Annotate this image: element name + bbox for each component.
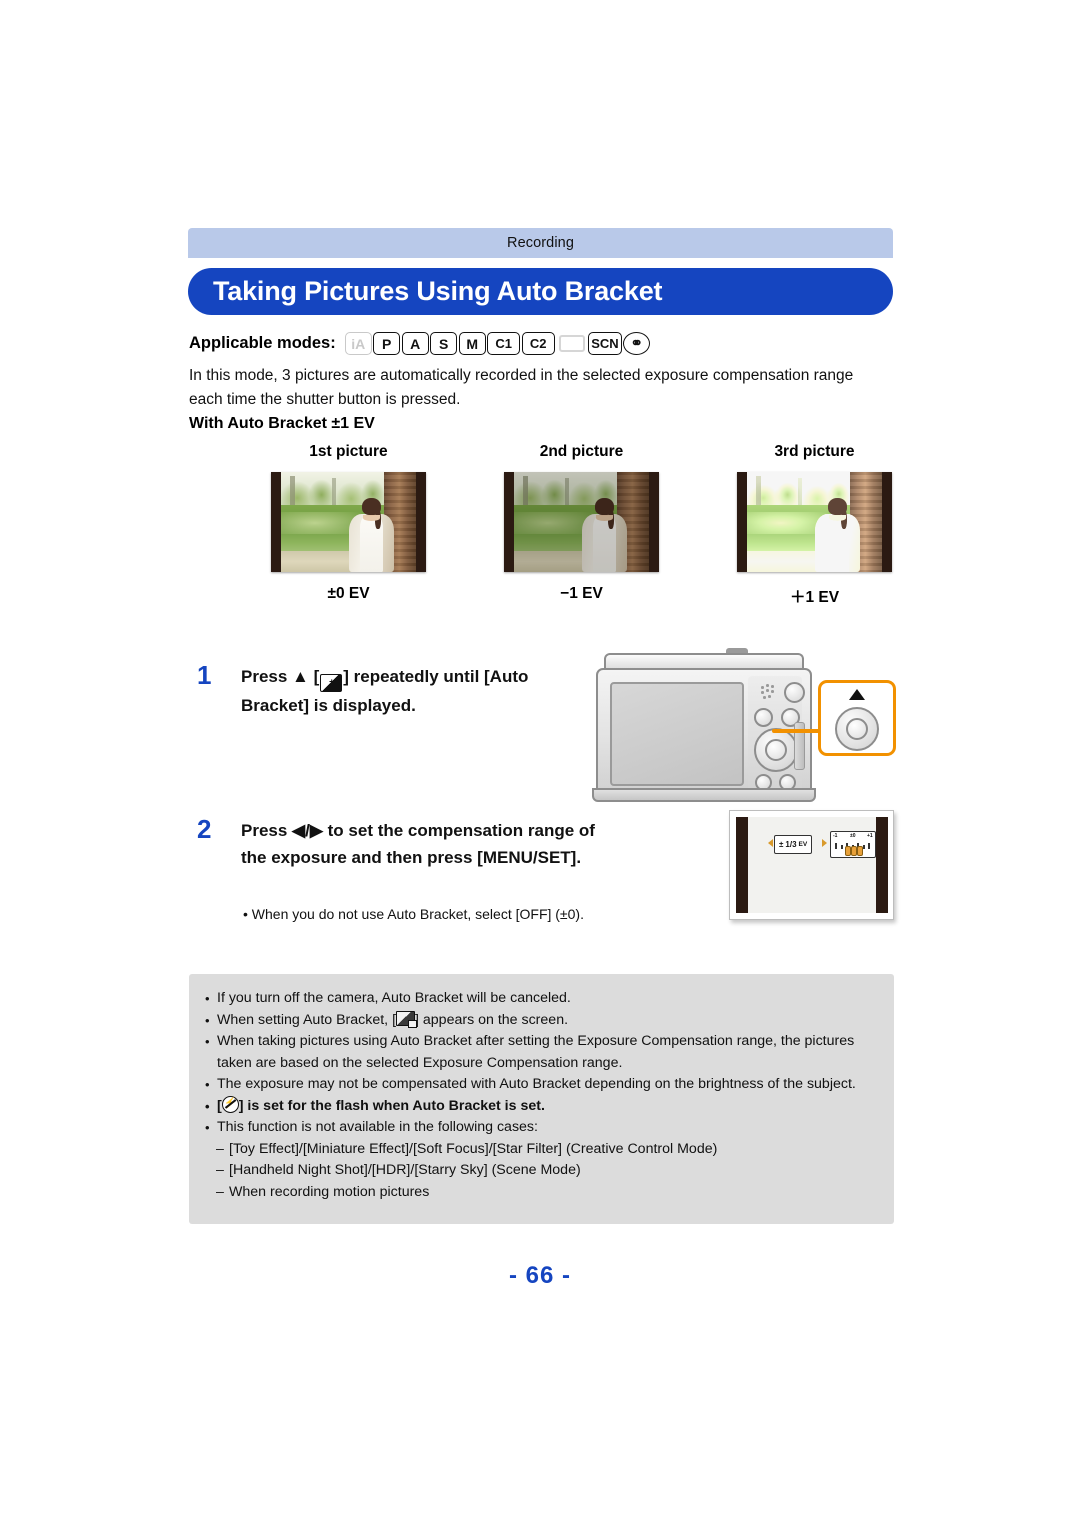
camera-base	[592, 788, 816, 802]
mode-icon-c2: C2	[521, 332, 555, 355]
picture-ev-label: ±0 EV	[327, 585, 370, 602]
scale-label-zero: ±0	[850, 833, 856, 839]
speaker-icon	[761, 684, 783, 700]
applicable-modes-row: Applicable modes: iA P A S M C1 C2 SCN ⚭	[189, 332, 652, 355]
mode-icon-scn: SCN	[588, 332, 622, 355]
scale-label-minus: -1	[833, 833, 838, 839]
lcd-auto-bracket-illustration: ± 1/3 EV -1 ±0 +1	[729, 810, 894, 920]
note-subitem: When recording motion pictures	[205, 1182, 878, 1204]
picture-column-2: 2nd picture −1 EV	[464, 443, 699, 603]
page-number: - 66 -	[508, 1262, 571, 1289]
page-title: Taking Pictures Using Auto Bracket	[213, 276, 663, 306]
picture-ev-label: −1 EV	[560, 585, 603, 602]
camera-body	[596, 668, 812, 800]
ev-unit: EV	[798, 841, 808, 848]
note-item: When setting Auto Bracket, [ ] appears on…	[205, 1010, 878, 1032]
picture-caption: 3rd picture	[774, 443, 855, 460]
step-text: Press ◀/▶ to set the compensation range …	[241, 821, 595, 867]
lcd-letterbox: ± 1/3 EV -1 ±0 +1	[736, 817, 888, 913]
note-text-after: ] appears on the screen.	[415, 1011, 569, 1028]
lcd-live-view: ± 1/3 EV -1 ±0 +1	[748, 817, 876, 913]
exposure-scale: -1 ±0 +1	[830, 831, 876, 858]
note-item: The exposure may not be compensated with…	[205, 1074, 878, 1096]
mode-icon-s: S	[430, 332, 458, 355]
picture-thumbnail-2	[504, 472, 659, 572]
step-text-before: Press ▲ [	[241, 667, 320, 686]
notes-box: If you turn off the camera, Auto Bracket…	[189, 974, 894, 1224]
picture-comparison-row: 1st picture ±0 EV 2nd picture −1 EV 3rd …	[189, 443, 892, 618]
cursor-dpad-zoom	[835, 707, 879, 751]
note-item: This function is not available in the fo…	[205, 1117, 878, 1139]
step-note: • When you do not use Auto Bracket, sele…	[243, 906, 584, 922]
note-item-flash: [ ] is set for the flash when Auto Bracke…	[205, 1095, 878, 1118]
callout-leader-line	[772, 729, 822, 733]
mode-icon-c1: C1	[487, 332, 521, 355]
section-header-bar: Recording	[188, 228, 893, 258]
notes-list: If you turn off the camera, Auto Bracket…	[189, 974, 894, 1203]
step-1: 1 Press ▲ [±] repeatedly until [Auto Bra…	[197, 660, 617, 770]
step-number: 1	[197, 660, 212, 690]
picture-caption: 2nd picture	[539, 443, 624, 460]
ev-step-chip: ± 1/3 EV	[774, 835, 813, 854]
auto-bracket-icon	[396, 1010, 418, 1028]
camera-illustration	[592, 648, 896, 805]
picture-thumbnail-1	[271, 472, 426, 572]
picture-thumbnail-3	[737, 472, 892, 572]
left-arrow-icon	[768, 839, 773, 847]
step-number: 2	[197, 814, 212, 844]
applicable-modes-label: Applicable modes:	[189, 334, 336, 352]
display-button	[754, 708, 773, 727]
note-text-after: ] is set for the flash when Auto Bracket…	[238, 1097, 545, 1114]
picture-column-3: 3rd picture ＋1 EV	[697, 443, 932, 607]
note-text-before: [	[217, 1097, 222, 1114]
camera-top-plate	[604, 653, 804, 669]
note-text-before: When setting Auto Bracket, [	[217, 1011, 397, 1028]
subheading: With Auto Bracket ±1 EV	[189, 415, 375, 432]
step-text: Press ▲ [±] repeatedly until [Auto Brack…	[241, 663, 601, 719]
up-button-callout	[818, 680, 896, 756]
right-arrow-icon	[822, 839, 827, 847]
ev-sign: ±	[779, 840, 784, 849]
section-header-label: Recording	[507, 235, 574, 251]
picture-ev-label: ＋1 EV	[789, 589, 840, 606]
picture-caption: 1st picture	[309, 443, 388, 460]
up-arrow-icon	[849, 689, 865, 700]
flash-off-icon	[221, 1095, 239, 1113]
note-item: When taking pictures using Auto Bracket …	[205, 1031, 878, 1074]
mode-icon-a: A	[401, 332, 429, 355]
ev-marker-plus	[857, 846, 863, 856]
manual-page: Recording Taking Pictures Using Auto Bra…	[0, 0, 1080, 1526]
step-2: 2 Press ◀/▶ to set the compensation rang…	[197, 814, 627, 964]
picture-column-1: 1st picture ±0 EV	[231, 443, 466, 603]
note-item: If you turn off the camera, Auto Bracket…	[205, 988, 878, 1010]
mode-icon-ia: iA	[344, 332, 372, 355]
note-subitem: [Toy Effect]/[Miniature Effect]/[Soft Fo…	[205, 1139, 878, 1161]
mode-icon-panorama	[559, 335, 586, 352]
mode-icon-p: P	[373, 332, 401, 355]
note-subitem: [Handheld Night Shot]/[HDR]/[Starry Sky]…	[205, 1160, 878, 1182]
lcd-frame: ± 1/3 EV -1 ±0 +1	[729, 810, 894, 920]
mode-icon-m: M	[458, 332, 486, 355]
ev-fraction: 1/3	[785, 840, 797, 849]
page-title-bar: Taking Pictures Using Auto Bracket	[188, 268, 893, 315]
cursor-dpad	[754, 728, 798, 772]
exposure-compensation-icon: ±	[320, 673, 343, 692]
intro-paragraph: In this mode, 3 pictures are automatical…	[189, 367, 854, 408]
record-button	[784, 682, 805, 703]
mode-icon-creative-control: ⚭	[623, 332, 651, 355]
camera-lcd-screen	[610, 682, 744, 786]
scale-label-plus: +1	[867, 833, 873, 839]
